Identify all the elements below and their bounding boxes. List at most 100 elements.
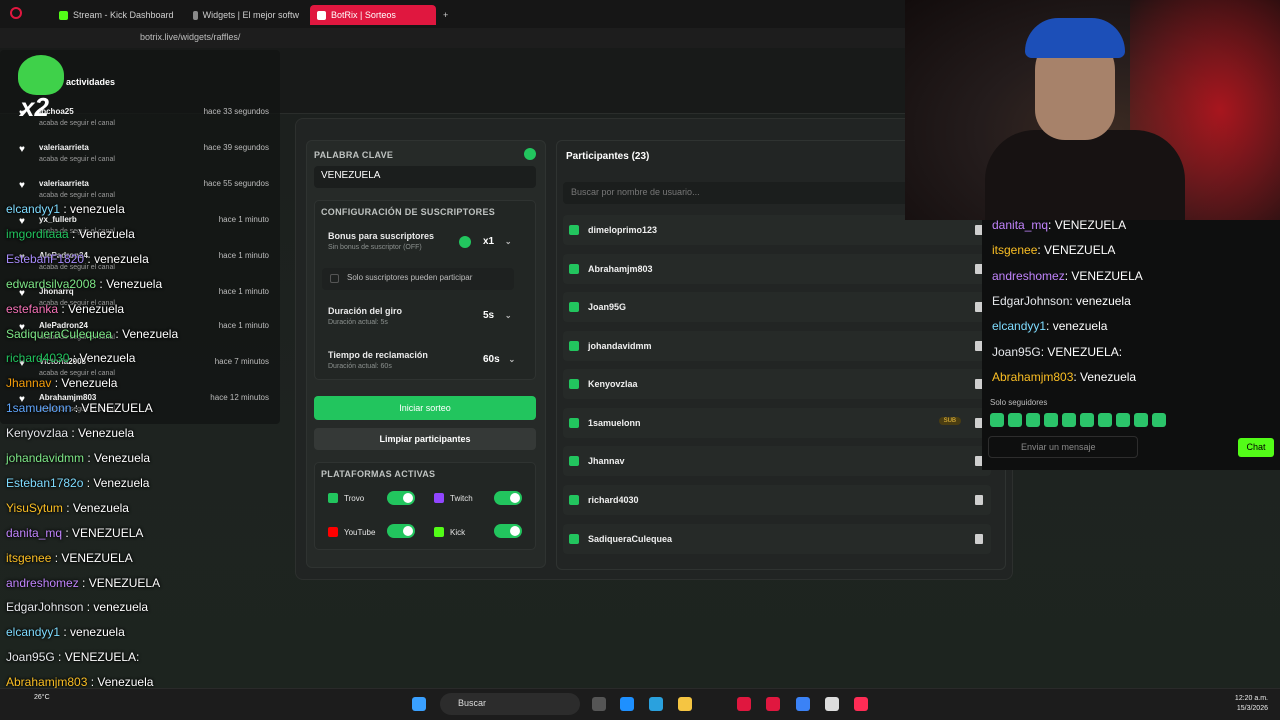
app-icon[interactable] [796,697,810,711]
chat-text: : Venezuela [51,376,118,391]
bonus-info-icon[interactable] [459,236,471,248]
chat-message: itsgenee : VENEZUELA [6,551,133,565]
chat-username[interactable]: YisuSytum [6,501,63,515]
twitch-toggle[interactable] [494,491,522,505]
chevron-down-icon: ⌄ [504,237,512,246]
chat-text: : Venezuela [62,500,129,515]
telegram-icon[interactable] [649,697,663,711]
tiktok-icon[interactable] [854,697,868,711]
edge-icon[interactable] [620,697,634,711]
bonus-select[interactable]: x1 ⌄ [483,236,512,247]
chat-username[interactable]: EstebanF1820 [6,252,84,266]
feed-item-time: hace 12 minutos [210,393,269,402]
checkbox[interactable] [330,274,339,283]
feed-item-time: hace 7 minutos [214,357,269,366]
chat-username[interactable]: danita_mq [992,218,1048,232]
url-text[interactable]: botrix.live/widgets/raffles/ [140,32,240,42]
kick-icon [569,302,579,312]
kick-icon [569,379,579,389]
chat-username[interactable]: danita_mq [6,526,62,540]
participant-search-input[interactable]: Buscar por nombre de usuario... [563,182,913,204]
opera-logo-icon[interactable] [10,7,22,19]
claim-time-select[interactable]: 60s ⌄ [483,354,515,365]
chat-username[interactable]: richard4030 [6,351,69,365]
folder-icon[interactable] [678,697,692,711]
participants-title: Participantes (23) [566,151,650,162]
start-raffle-button[interactable]: Iniciar sorteo [314,396,536,420]
chat-username[interactable]: edwardsilva2008 [6,277,96,291]
taskbar-search[interactable]: Buscar [440,693,580,715]
bonus-title: Bonus para suscriptores [328,231,435,241]
windows-start-icon[interactable] [412,697,426,711]
feed-item-subtitle: acaba de seguir el canal [39,120,115,127]
opera-icon[interactable] [766,697,780,711]
chat-username[interactable]: andreshomez [6,576,79,590]
participant-row: Joan95G [563,292,991,322]
chat-message-input[interactable]: Enviar un mensaje [988,436,1138,458]
app-icon[interactable] [825,697,839,711]
platform-kick: Kick [434,527,465,537]
chat-text: : venezuela [60,625,125,640]
chat-username[interactable]: Abrahamjm803 [6,675,87,689]
chat-username[interactable]: elcandyy1 [992,319,1046,333]
tab-botrix-sorteos[interactable]: BotRix | Sorteos [310,5,436,25]
chat-message: edwardsilva2008 : Venezuela [6,277,162,291]
chat-text: : Venezuela [68,426,135,441]
chat-username[interactable]: elcandyy1 [6,625,60,639]
chat-username[interactable]: SadiqueraCulequea [6,327,112,341]
chat-username[interactable]: Esteban1782o [6,476,83,490]
chat-text: : Venezuela [1073,369,1137,384]
trash-icon[interactable] [975,495,983,505]
chat-username[interactable]: johandavidmm [6,451,84,465]
chat-username[interactable]: Abrahamjm803 [992,370,1073,384]
chat-username[interactable]: 1samuelonn [6,401,71,415]
chat-username[interactable]: Joan95G [992,345,1041,359]
feed-item-name: valeriaarrieta [39,179,89,188]
youtube-toggle[interactable] [387,524,415,538]
weather-widget[interactable]: 26°C [34,694,50,701]
clear-participants-button[interactable]: Limpiar participantes [314,428,536,450]
chat-message: SadiqueraCulequea : Venezuela [6,327,178,341]
keyword-input[interactable]: VENEZUELA [314,166,536,188]
chat-username[interactable]: Kenyovzlaa [6,426,68,440]
chat-username[interactable]: imgorditaaa [6,227,69,241]
spin-duration-select[interactable]: 5s ⌄ [483,310,512,321]
chat-message: elcandyy1: venezuela [992,319,1107,333]
chat-message: Abrahamjm803 : Venezuela [6,675,153,689]
new-tab-button[interactable]: + [436,5,456,25]
only-subs-checkbox-row[interactable]: Solo suscriptores pueden participar [322,268,514,290]
chat-username[interactable]: andreshomez [992,269,1065,283]
task-view-icon[interactable] [592,697,606,711]
chat-send-button[interactable]: Chat [1238,438,1274,457]
feed-item-name: lochoa25 [39,107,74,116]
trash-icon[interactable] [975,534,983,544]
platform-youtube: YouTube [328,527,375,537]
kick-toggle[interactable] [494,524,522,538]
claim-time-subtitle: Duración actual: 60s [328,363,392,370]
chat-text: : venezuela [84,251,149,266]
emote-bar[interactable] [990,413,1166,427]
chat-message: Jhannav : Venezuela [6,376,117,390]
chat-username[interactable]: EdgarJohnson [992,294,1069,308]
opera-gx-icon[interactable] [737,697,751,711]
bonus-subtitle: Sin bonus de suscriptor (OFF) [328,244,422,251]
chat-message: johandavidmm : Venezuela [6,451,150,465]
keyword-label: PALABRA CLAVE [314,150,394,160]
tab-widgets[interactable]: Widgets | El mejor softw [186,5,306,25]
trovo-toggle[interactable] [387,491,415,505]
chat-username[interactable]: elcandyy1 [6,202,60,216]
twitch-icon [434,493,444,503]
chat-text: : VENEZUELA [78,575,161,590]
chat-username[interactable]: itsgenee [6,551,51,565]
chat-message: elcandyy1 : venezuela [6,202,125,216]
tab-kick-dashboard[interactable]: Stream - Kick Dashboard [52,5,202,25]
chat-username[interactable]: itsgenee [992,243,1037,257]
chat-username[interactable]: Jhannav [6,376,51,390]
chat-username[interactable]: estefanka [6,302,58,316]
info-icon[interactable] [524,148,536,160]
chat-username[interactable]: EdgarJohnson [6,600,83,614]
chat-username[interactable]: Joan95G [6,650,55,664]
chat-message: estefanka : Venezuela [6,302,124,316]
feed-item-time: hace 1 minuto [218,251,269,260]
system-clock[interactable]: 12:20 a.m. 15/3/2026 [1235,694,1268,714]
